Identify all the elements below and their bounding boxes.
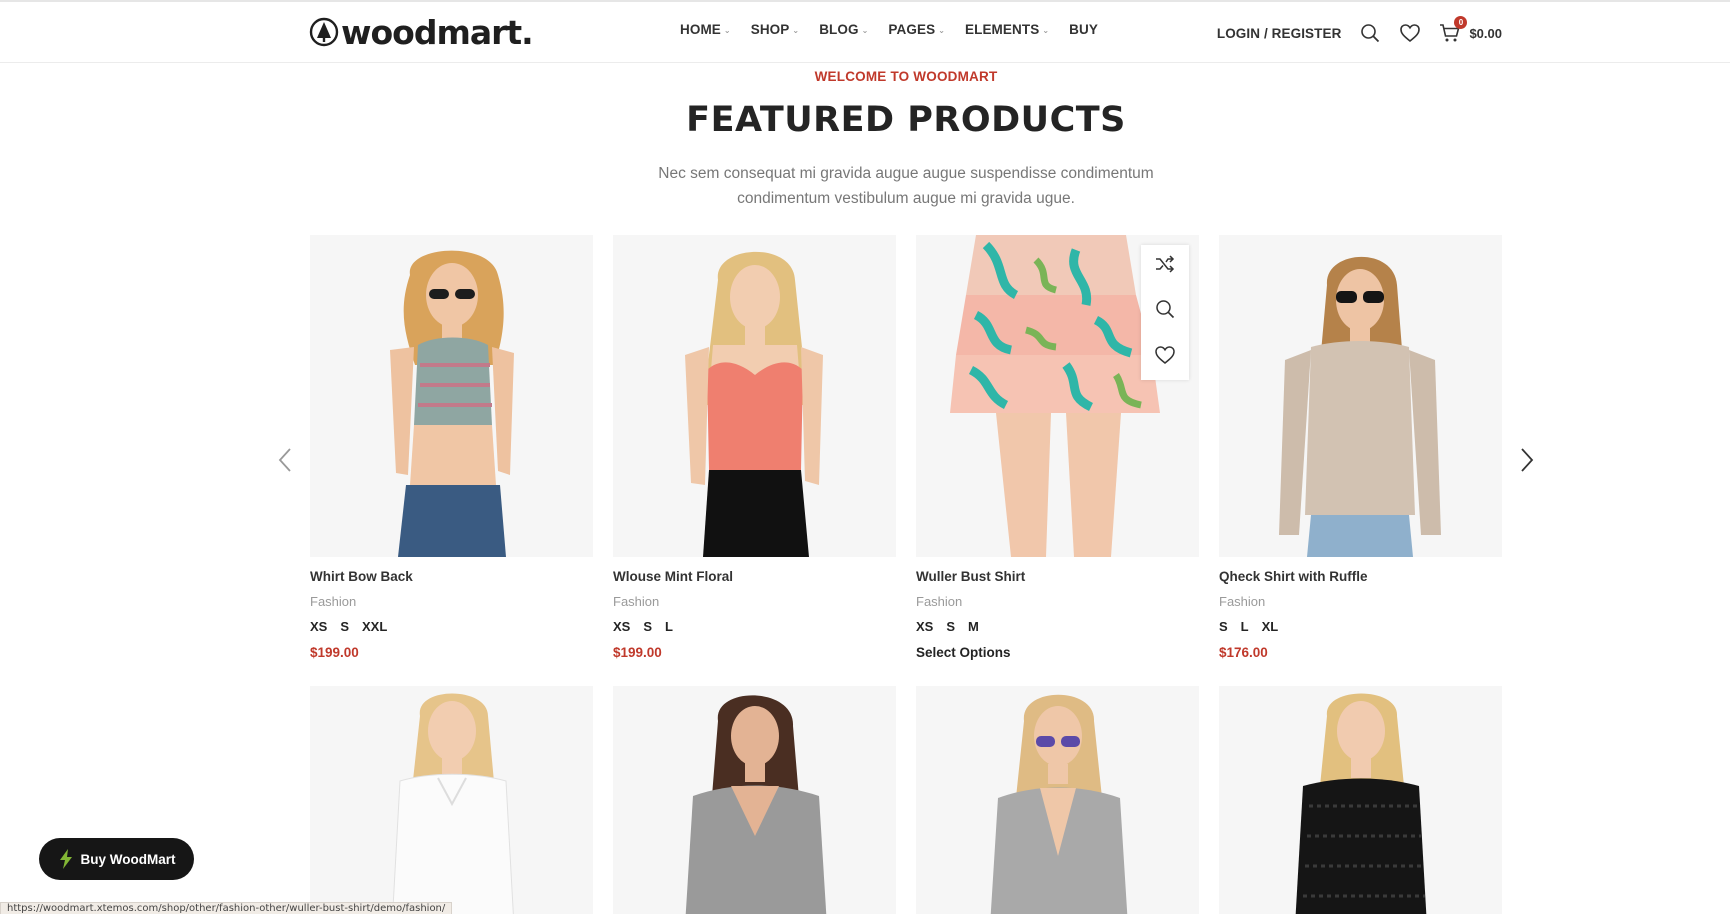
product-image[interactable]: [916, 686, 1199, 914]
nav-item-blog[interactable]: BLOG ⌄: [819, 22, 868, 37]
nav-item-blog-label: BLOG: [819, 22, 859, 37]
product-price: $176.00: [1219, 645, 1268, 660]
size-option[interactable]: XS: [613, 619, 630, 634]
carousel-prev-button[interactable]: [273, 447, 297, 473]
section-description: Nec sem consequat mi gravida augue augue…: [658, 165, 1154, 207]
size-option[interactable]: S: [643, 619, 652, 634]
size-option[interactable]: XS: [916, 619, 933, 634]
product-image[interactable]: [613, 686, 896, 914]
product-image[interactable]: [310, 686, 593, 914]
size-option[interactable]: XS: [310, 619, 327, 634]
login-register-link[interactable]: LOGIN / REGISTER: [1217, 26, 1342, 41]
product-image[interactable]: [1219, 686, 1502, 914]
size-option[interactable]: L: [1241, 619, 1249, 634]
size-option[interactable]: XL: [1262, 619, 1279, 634]
product-sizes: S L XL: [1219, 619, 1502, 634]
product-category[interactable]: Fashion: [916, 594, 1199, 609]
product-price: $199.00: [613, 645, 662, 660]
nav-item-shop-label: SHOP: [750, 22, 790, 37]
nav-item-pages[interactable]: PAGES ⌄: [888, 22, 945, 37]
product-image[interactable]: [613, 235, 896, 557]
main-navigation: HOME ⌄ SHOP ⌄ BLOG ⌄ PAGES ⌄ ELEMENTS ⌄ BUY: [680, 22, 1098, 37]
product-card[interactable]: [1219, 686, 1502, 914]
size-option[interactable]: XXL: [362, 619, 387, 634]
cart-total: $0.00: [1469, 25, 1502, 41]
nav-item-home[interactable]: HOME ⌄: [680, 22, 731, 37]
product-card[interactable]: [916, 686, 1199, 914]
product-image[interactable]: [916, 235, 1199, 557]
product-category[interactable]: Fashion: [613, 594, 896, 609]
chevron-down-icon: ⌄: [938, 26, 945, 35]
nav-item-buy-label: BUY: [1069, 22, 1098, 37]
search-icon[interactable]: [1359, 22, 1381, 44]
product-card[interactable]: Qheck Shirt with Ruffle Fashion S L XL $…: [1219, 235, 1502, 660]
carousel-next-button[interactable]: [1515, 447, 1539, 473]
size-option[interactable]: S: [340, 619, 349, 634]
product-image[interactable]: [1219, 235, 1502, 557]
chevron-left-icon: [278, 448, 291, 472]
lightning-bolt-icon: [59, 849, 72, 869]
chevron-down-icon: ⌄: [723, 26, 731, 35]
nav-item-home-label: HOME: [680, 22, 721, 37]
product-card[interactable]: [613, 686, 896, 914]
shuffle-compare-icon[interactable]: [1155, 255, 1175, 278]
chevron-down-icon: ⌄: [792, 26, 800, 35]
size-option[interactable]: M: [968, 619, 979, 634]
product-sizes: XS S L: [613, 619, 896, 634]
product-name[interactable]: Qheck Shirt with Ruffle: [1219, 569, 1502, 584]
cart-icon: 0: [1439, 16, 1468, 44]
nav-item-shop[interactable]: SHOP ⌄: [751, 22, 799, 37]
product-sizes: XS S XXL: [310, 619, 593, 634]
chevron-down-icon: ⌄: [861, 26, 869, 35]
wishlist-heart-icon[interactable]: [1399, 22, 1421, 44]
logo[interactable]: woodmart.: [309, 12, 534, 52]
size-option[interactable]: S: [1219, 619, 1228, 634]
nav-item-buy[interactable]: BUY: [1069, 22, 1098, 37]
logo-tree-icon: [309, 17, 339, 47]
product-price: $199.00: [310, 645, 359, 660]
product-image[interactable]: [310, 235, 593, 557]
buy-woodmart-label: Buy WoodMart: [80, 851, 176, 867]
product-name[interactable]: Wuller Bust Shirt: [916, 569, 1199, 584]
product-sizes: XS S M: [916, 619, 1199, 634]
section-subtitle: WELCOME TO WOODMART: [814, 69, 998, 84]
nav-item-elements[interactable]: ELEMENTS ⌄: [965, 22, 1049, 37]
product-card[interactable]: Wuller Bust Shirt Fashion XS S M Select …: [916, 235, 1199, 660]
product-hover-actions: [1141, 245, 1189, 380]
size-option[interactable]: L: [665, 619, 673, 634]
product-card[interactable]: [310, 686, 593, 914]
header-actions: LOGIN / REGISTER 0 $0.00: [1217, 16, 1502, 50]
product-name[interactable]: Whirt Bow Back: [310, 569, 593, 584]
product-category[interactable]: Fashion: [310, 594, 593, 609]
buy-woodmart-button[interactable]: Buy WoodMart: [39, 838, 194, 880]
section-title: FEATURED PRODUCTS: [686, 100, 1126, 140]
site-header: woodmart. HOME ⌄ SHOP ⌄ BLOG ⌄ PAGES ⌄ ELEME…: [0, 2, 1730, 63]
chevron-down-icon: ⌄: [1042, 26, 1050, 35]
cart-count-badge: 0: [1454, 16, 1468, 29]
logo-text: woodmart.: [341, 12, 534, 52]
cart-button[interactable]: 0 $0.00: [1439, 16, 1502, 44]
browser-status-url: https://woodmart.xtemos.com/shop/other/f…: [0, 902, 453, 914]
product-card[interactable]: Whirt Bow Back Fashion XS S XXL $199.00: [310, 235, 593, 660]
add-to-wishlist-heart-icon[interactable]: [1154, 345, 1176, 370]
chevron-right-icon: [1521, 448, 1534, 472]
nav-item-elements-label: ELEMENTS: [965, 22, 1040, 37]
product-name[interactable]: Wlouse Mint Floral: [613, 569, 896, 584]
quick-view-search-icon[interactable]: [1155, 299, 1175, 324]
product-category[interactable]: Fashion: [1219, 594, 1502, 609]
product-card[interactable]: Wlouse Mint Floral Fashion XS S L $199.0…: [613, 235, 896, 660]
size-option[interactable]: S: [946, 619, 955, 634]
select-options-link[interactable]: Select Options: [916, 645, 1199, 660]
nav-item-pages-label: PAGES: [888, 22, 936, 37]
